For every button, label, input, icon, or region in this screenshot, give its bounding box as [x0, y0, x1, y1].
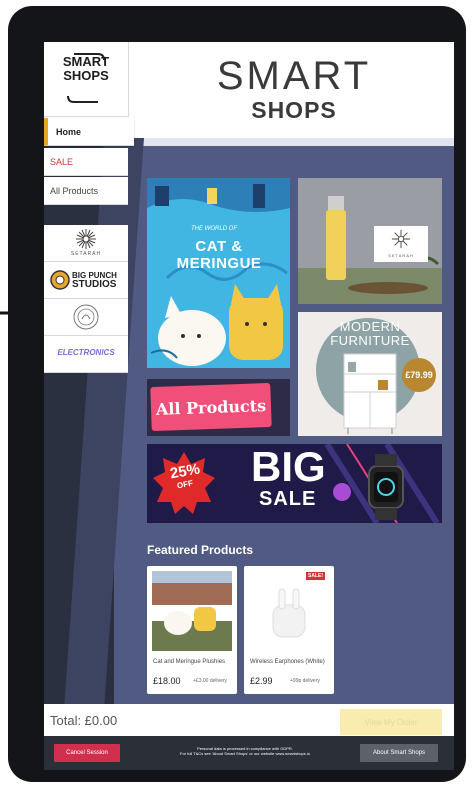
product-name: Wireless Earphones (White)	[250, 659, 325, 665]
cat-banner-subtitle: THE WORLD OF	[191, 226, 237, 232]
setarah-sign: SETARAH	[374, 226, 428, 262]
kiosk-screen: SMART SHOPS SMART SHOPS Home SALE All Pr…	[44, 42, 454, 770]
logo-text-line2: SHOPS	[63, 68, 109, 83]
sunburst-icon	[76, 229, 96, 249]
all-products-sign: All Products	[150, 382, 272, 432]
cat-banner-title: CAT & MERINGUE	[176, 238, 262, 272]
product-name: Cat and Meringue Plushies	[153, 659, 226, 665]
brand-circle-logo[interactable]	[44, 299, 128, 336]
earphones-photo	[249, 571, 329, 651]
product-delivery: +£3.00 delivery	[193, 678, 228, 684]
plush-photo	[152, 571, 232, 651]
product-card[interactable]: Cat and Meringue Plushies £18.00 +£3.00 …	[147, 566, 237, 694]
product-card[interactable]: SALE! Wireless Earphones (White) £2.99 +…	[244, 566, 334, 694]
product-image	[152, 571, 232, 651]
nav-sale[interactable]: SALE	[44, 148, 128, 176]
order-total: Total: £0.00	[50, 713, 118, 728]
cabinet-illustration	[343, 353, 397, 434]
furniture-title-line2: FURNITURE	[330, 333, 410, 348]
circle-logo-icon	[73, 304, 99, 330]
setarah-serum-banner[interactable]: SETARAH	[298, 178, 442, 304]
brand-setarah-label: SETARAH	[70, 251, 102, 257]
header-divider	[134, 138, 454, 146]
cancel-session-button[interactable]: Cancel Session	[54, 744, 120, 762]
brand-big-punch-line2: STUDIOS	[72, 279, 117, 290]
brand-title: SMART	[216, 54, 372, 98]
nav-all-products[interactable]: All Products	[44, 177, 128, 205]
sale-big-text: BIG	[251, 444, 326, 490]
modern-furniture-banner[interactable]: MODERN FURNITURE £79.99	[298, 312, 442, 436]
product-image	[249, 571, 329, 651]
nav-home[interactable]: Home	[44, 118, 134, 146]
sunburst-icon	[391, 229, 411, 249]
product-price: £2.99	[250, 676, 273, 686]
product-price: £18.00	[153, 676, 181, 686]
furniture-title-line1: MODERN	[339, 319, 401, 334]
cat-meringue-banner[interactable]: THE WORLD OF CAT & MERINGUE	[147, 178, 290, 368]
big-sale-banner[interactable]: 25% OFF BIG SALE	[147, 444, 442, 523]
sale-badge: SALE!	[306, 572, 325, 580]
gdpr-line2: For full T&Cs see 'About Smart Shops' or…	[180, 751, 310, 756]
sale-text: SALE	[259, 488, 317, 510]
about-smart-shops-button[interactable]: About Smart Shops	[360, 744, 438, 762]
brand-electronics-label: ELECTRONICS	[57, 348, 115, 357]
brand-subtitle: SHOPS	[251, 97, 337, 123]
featured-products-title: Featured Products	[147, 543, 254, 557]
gdpr-notice: Personal data is processed in compliance…	[140, 746, 350, 756]
product-delivery: +99p delivery	[290, 678, 320, 684]
brand-setarah[interactable]: SETARAH	[44, 225, 128, 262]
setarah-sign-label: SETARAH	[388, 253, 414, 258]
all-products-banner[interactable]: All Products	[147, 379, 290, 436]
brand-big-punch-studios[interactable]: BIG PUNCH STUDIOS	[44, 262, 128, 299]
logo[interactable]: SMART SHOPS	[44, 42, 129, 117]
boxing-glove-icon	[50, 270, 70, 290]
cat-meringue-illustration	[147, 178, 290, 366]
brand-big-punch-label: BIG PUNCH STUDIOS	[72, 271, 117, 290]
price-badge: £79.99	[402, 358, 436, 392]
logo-text-line1: SMART	[62, 54, 110, 69]
bottom-bar: Cancel Session Personal data is processe…	[44, 736, 454, 770]
all-products-label: All Products	[155, 395, 267, 419]
brand-electronics[interactable]: ELECTRONICS	[44, 336, 128, 373]
total-bar: Total: £0.00 View My Order	[44, 704, 454, 736]
view-order-button[interactable]: View My Order	[340, 709, 442, 735]
tablet-frame: SMART SHOPS SMART SHOPS Home SALE All Pr…	[8, 6, 466, 782]
